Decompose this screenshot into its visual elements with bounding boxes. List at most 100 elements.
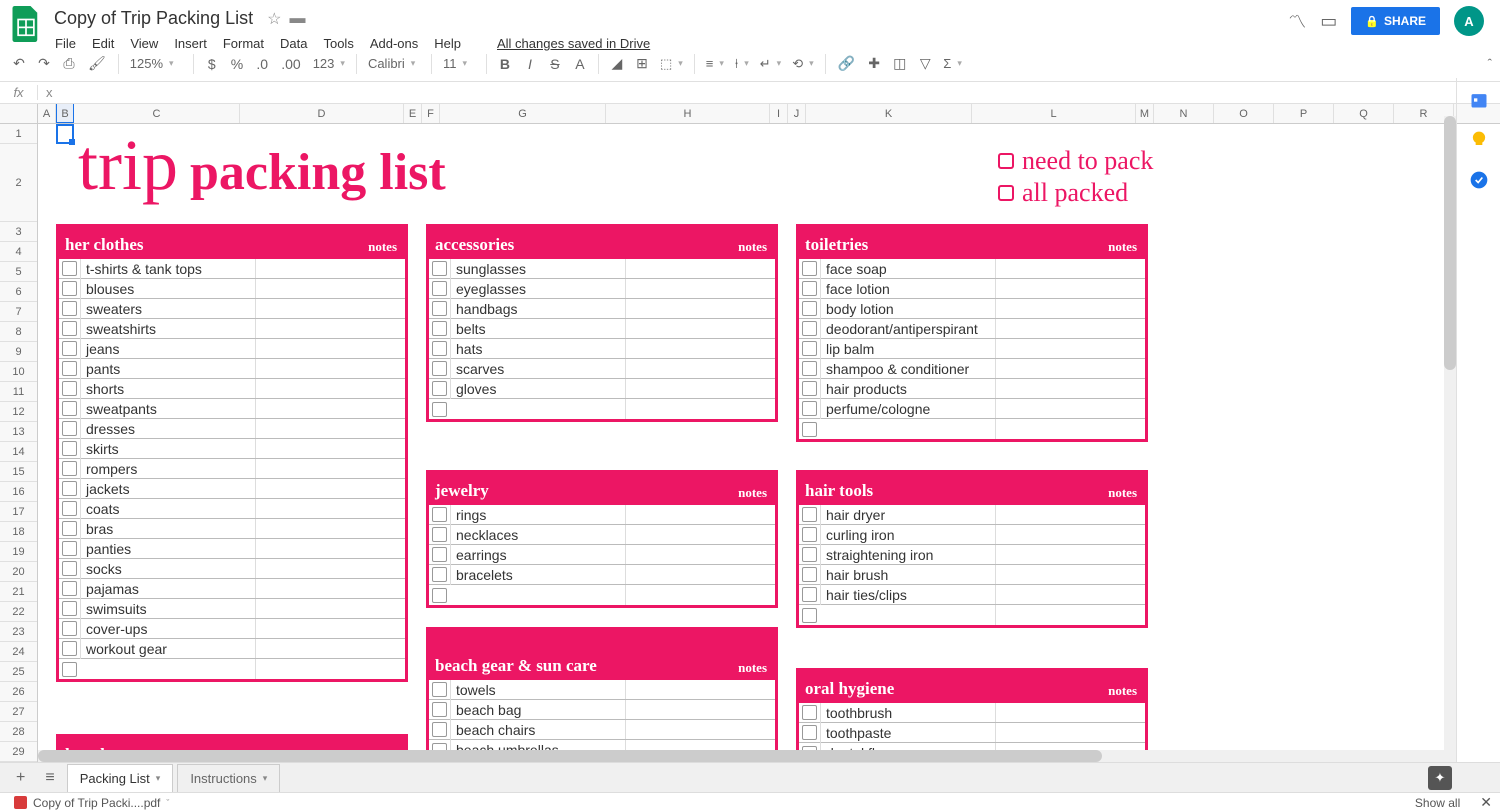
list-item[interactable]: pants — [59, 359, 405, 379]
rotate-icon[interactable]: ⟲ — [788, 54, 817, 74]
checkbox-icon[interactable] — [62, 301, 77, 316]
all-sheets-icon[interactable]: ≡ — [37, 765, 62, 791]
item-notes-cell[interactable] — [625, 359, 775, 378]
item-label[interactable]: coats — [80, 499, 255, 519]
sheet-tab-packing-list[interactable]: Packing List▾ — [67, 764, 174, 792]
row-header-24[interactable]: 24 — [0, 642, 37, 662]
item-notes-cell[interactable] — [255, 439, 405, 458]
item-label[interactable]: hair brush — [820, 565, 995, 585]
row-header-29[interactable]: 29 — [0, 742, 37, 762]
row-header-10[interactable]: 10 — [0, 362, 37, 382]
list-item[interactable]: shorts — [59, 379, 405, 399]
sheets-logo-icon[interactable] — [8, 6, 44, 42]
row-header-5[interactable]: 5 — [0, 262, 37, 282]
font-size-select[interactable]: 11 — [439, 54, 479, 73]
account-avatar[interactable]: A — [1454, 6, 1484, 36]
chevron-down-icon[interactable]: ▾ — [156, 773, 161, 784]
row-header-13[interactable]: 13 — [0, 422, 37, 442]
row-header-19[interactable]: 19 — [0, 542, 37, 562]
item-label[interactable]: sunglasses — [450, 259, 625, 279]
checkbox-icon[interactable] — [802, 261, 817, 276]
list-item[interactable]: panties — [59, 539, 405, 559]
item-label[interactable]: curling iron — [820, 525, 995, 545]
formula-input[interactable]: x — [38, 85, 1500, 100]
list-item[interactable]: lip balm — [799, 339, 1145, 359]
filter-icon[interactable]: ▽ — [914, 51, 936, 76]
checkbox-icon[interactable] — [432, 702, 447, 717]
italic-icon[interactable]: I — [519, 52, 541, 76]
item-label[interactable]: deodorant/antiperspirant — [820, 319, 995, 339]
row-header-2[interactable]: 2 — [0, 144, 37, 222]
list-item[interactable]: body lotion — [799, 299, 1145, 319]
checkbox-icon[interactable] — [62, 341, 77, 356]
undo-icon[interactable]: ↶ — [8, 51, 30, 76]
item-label[interactable]: gloves — [450, 379, 625, 399]
list-item[interactable]: pajamas — [59, 579, 405, 599]
list-item[interactable]: coats — [59, 499, 405, 519]
item-label[interactable]: straightening iron — [820, 545, 995, 565]
item-notes-cell[interactable] — [255, 519, 405, 538]
horizontal-scrollbar[interactable] — [38, 750, 1456, 762]
list-item[interactable]: curling iron — [799, 525, 1145, 545]
item-notes-cell[interactable] — [625, 525, 775, 544]
checkbox-icon[interactable] — [432, 547, 447, 562]
item-label[interactable]: beach bag — [450, 700, 625, 720]
item-notes-cell[interactable] — [995, 723, 1145, 742]
item-label[interactable]: hair products — [820, 379, 995, 399]
checkbox-icon[interactable] — [432, 261, 447, 276]
list-item[interactable]: sweaters — [59, 299, 405, 319]
row-header-8[interactable]: 8 — [0, 322, 37, 342]
row-header-7[interactable]: 7 — [0, 302, 37, 322]
checkbox-icon[interactable] — [62, 621, 77, 636]
list-item[interactable] — [429, 399, 775, 419]
close-icon[interactable]: ✕ — [1480, 794, 1492, 811]
list-item[interactable]: perfume/cologne — [799, 399, 1145, 419]
checkbox-icon[interactable] — [62, 662, 77, 677]
keep-icon[interactable] — [1469, 130, 1489, 150]
item-notes-cell[interactable] — [995, 585, 1145, 604]
row-header-3[interactable]: 3 — [0, 222, 37, 242]
link-icon[interactable]: 🔗 — [833, 51, 860, 76]
decrease-decimal-button[interactable]: .0 — [251, 52, 273, 76]
row-header-23[interactable]: 23 — [0, 622, 37, 642]
item-notes-cell[interactable] — [255, 559, 405, 578]
checkbox-icon[interactable] — [62, 401, 77, 416]
column-header-G[interactable]: G — [440, 104, 606, 123]
item-notes-cell[interactable] — [625, 585, 775, 605]
list-item[interactable]: bracelets — [429, 565, 775, 585]
item-notes-cell[interactable] — [255, 619, 405, 638]
column-header-K[interactable]: K — [806, 104, 972, 123]
vertical-scrollbar[interactable] — [1444, 116, 1456, 750]
item-notes-cell[interactable] — [625, 680, 775, 699]
item-label[interactable]: eyeglasses — [450, 279, 625, 299]
checkbox-icon[interactable] — [432, 682, 447, 697]
list-item[interactable]: deodorant/antiperspirant — [799, 319, 1145, 339]
checkbox-icon[interactable] — [62, 421, 77, 436]
column-header-H[interactable]: H — [606, 104, 770, 123]
item-notes-cell[interactable] — [995, 525, 1145, 544]
tasks-icon[interactable] — [1469, 170, 1489, 190]
item-notes-cell[interactable] — [995, 545, 1145, 564]
percent-button[interactable]: % — [226, 52, 248, 76]
checkbox-icon[interactable] — [432, 341, 447, 356]
checkbox-icon[interactable] — [802, 527, 817, 542]
list-item[interactable]: socks — [59, 559, 405, 579]
column-header-I[interactable]: I — [770, 104, 788, 123]
item-notes-cell[interactable] — [625, 545, 775, 564]
chevron-down-icon[interactable]: ˇ — [166, 798, 169, 808]
item-notes-cell[interactable] — [625, 299, 775, 318]
zoom-select[interactable]: 125% — [126, 54, 186, 73]
show-all-downloads[interactable]: Show all — [1415, 796, 1460, 810]
item-label[interactable]: jeans — [80, 339, 255, 359]
item-notes-cell[interactable] — [255, 539, 405, 558]
valign-icon[interactable]: ⍿ — [731, 54, 753, 74]
checkbox-icon[interactable] — [62, 601, 77, 616]
column-header-D[interactable]: D — [240, 104, 404, 123]
list-item[interactable]: toothpaste — [799, 723, 1145, 743]
item-notes-cell[interactable] — [995, 339, 1145, 358]
item-label[interactable]: shorts — [80, 379, 255, 399]
item-label[interactable]: cover-ups — [80, 619, 255, 639]
comments-icon[interactable]: ▭ — [1320, 11, 1337, 32]
fill-color-icon[interactable]: ◢ — [606, 51, 628, 76]
column-header-P[interactable]: P — [1274, 104, 1334, 123]
